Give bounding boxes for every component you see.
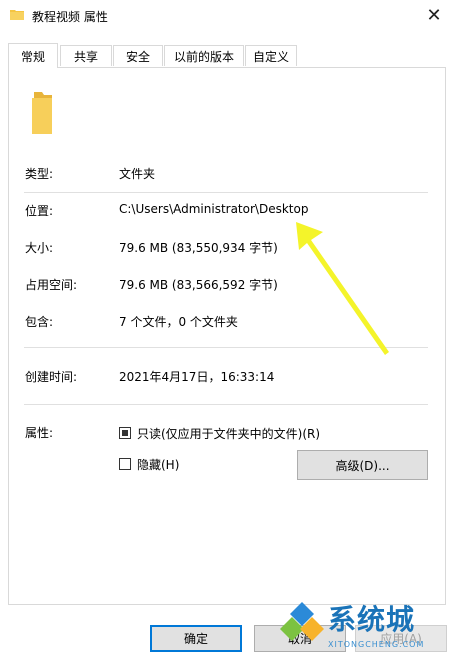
watermark-logo-icon (280, 602, 324, 641)
ok-button[interactable]: 确定 (150, 625, 242, 652)
properties-window: 教程视频 属性 ✕ 常规 共享 安全 以前的版本 自定义 类型: 文件夹 位置:… (0, 0, 456, 666)
tab-label: 常规 (20, 49, 45, 64)
tab-general[interactable]: 常规 (8, 43, 58, 68)
watermark: 系统城 XITONGCHENG.COM (278, 596, 454, 662)
watermark-text: 系统城 (328, 603, 416, 636)
ok-button-label: 确定 (183, 632, 208, 646)
annotation-arrow-icon (296, 222, 389, 355)
watermark-subtext: XITONGCHENG.COM (328, 640, 425, 649)
